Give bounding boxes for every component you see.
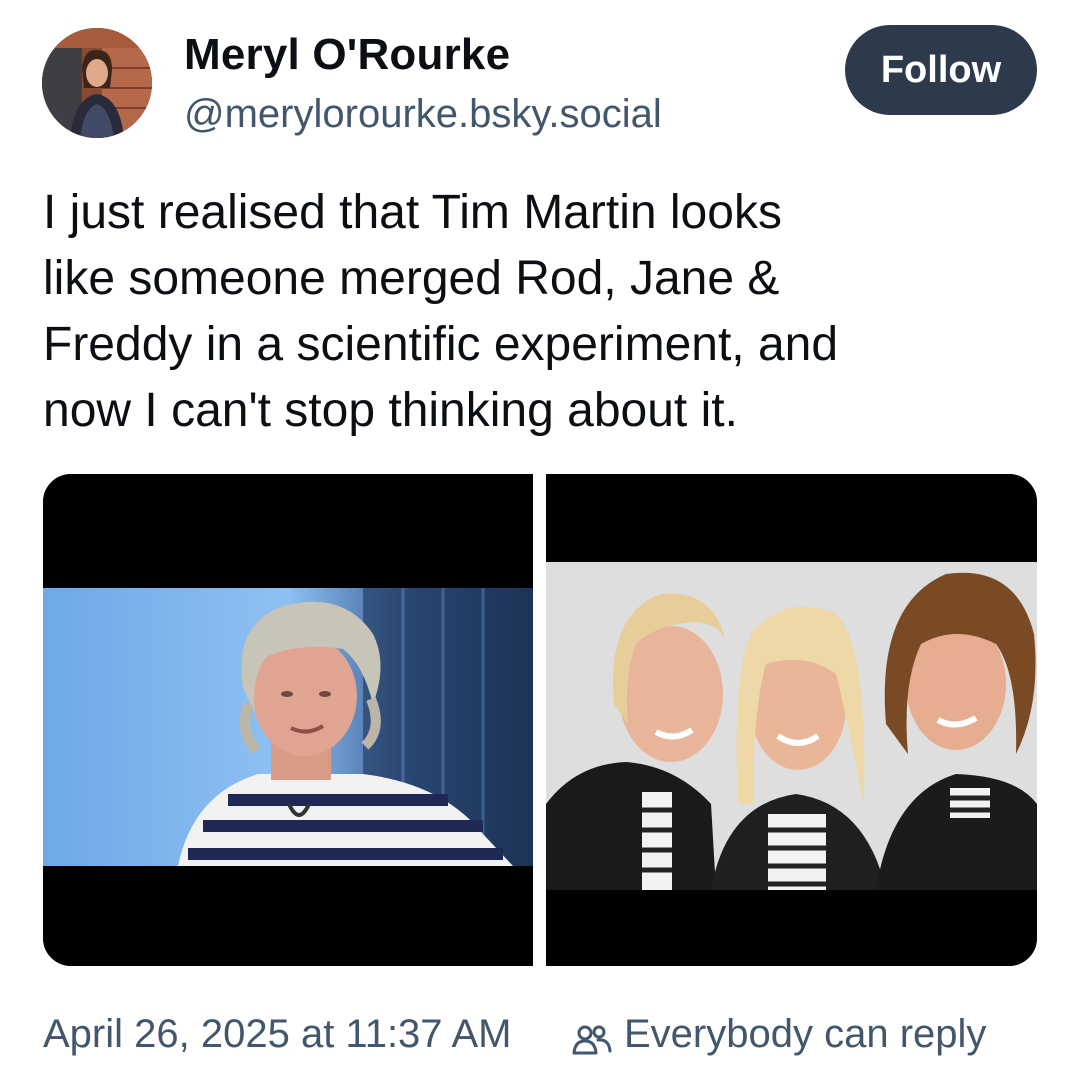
post-text-line: now I can't stop thinking about it. — [43, 384, 738, 437]
photo-man-striped-shirt — [43, 474, 533, 966]
post-text-line: like someone merged Rod, Jane & — [43, 252, 780, 305]
follow-button[interactable]: Follow — [845, 25, 1037, 115]
post-text: I just realised that Tim Martin looks li… — [43, 180, 1043, 444]
author-handle[interactable]: @merylorourke.bsky.social — [184, 92, 662, 137]
post-card: Meryl O'Rourke @merylorourke.bsky.social… — [0, 0, 1079, 1082]
reply-setting-label: Everybody can reply — [624, 1012, 987, 1056]
people-icon — [572, 1023, 612, 1057]
photo-three-people — [546, 474, 1037, 966]
post-image-right[interactable] — [546, 474, 1037, 966]
avatar-image — [42, 28, 152, 138]
post-timestamp[interactable]: April 26, 2025 at 11:37 AM — [43, 1012, 511, 1057]
avatar[interactable] — [42, 28, 152, 138]
post-text-line: I just realised that Tim Martin looks — [43, 186, 782, 239]
author-display-name[interactable]: Meryl O'Rourke — [184, 30, 510, 80]
post-image-left[interactable] — [43, 474, 533, 966]
post-text-line: Freddy in a scientific experiment, and — [43, 318, 839, 371]
